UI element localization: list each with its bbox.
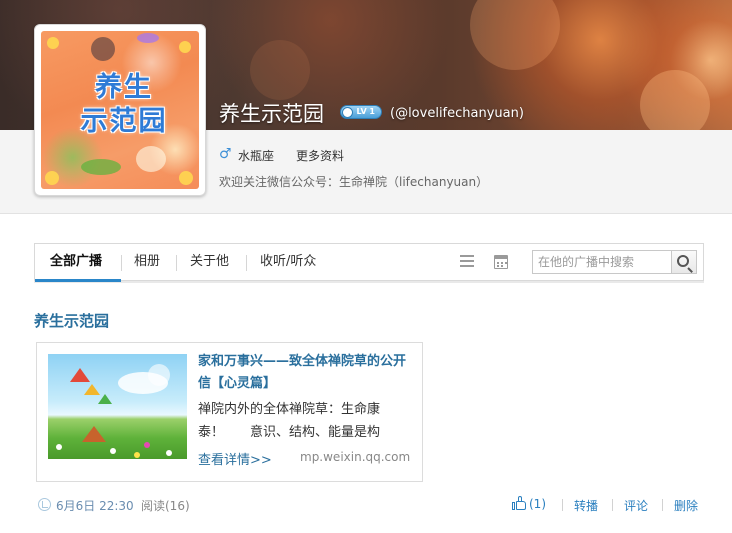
thumbnail-flower [110, 448, 116, 454]
avatar-text: 养生 示范园 [59, 71, 189, 139]
avatar-text-line: 示范园 [80, 106, 168, 137]
tab-following-followers[interactable]: 收听/听众 [260, 244, 316, 280]
level-badge[interactable]: LV 1 [340, 105, 382, 119]
list-view-icon[interactable] [460, 255, 474, 268]
thumbnail-flower [166, 450, 172, 456]
thumbnail-flower [144, 442, 150, 448]
comment-button[interactable]: 评论 [624, 497, 648, 514]
article-title[interactable]: 家和万事兴——致全体禅院草的公开信【心灵篇】 [198, 351, 416, 395]
thumbnail-flower [134, 452, 140, 458]
post-timestamp[interactable]: 6月6日 22:30 [56, 497, 134, 514]
avatar-decoration [179, 41, 191, 53]
shared-article-card[interactable]: 家和万事兴——致全体禅院草的公开信【心灵篇】 禅院内外的全体禅院草：生命康泰！ … [36, 342, 423, 482]
calendar-icon[interactable] [494, 255, 508, 269]
search-icon [677, 255, 689, 267]
clock-icon [38, 498, 51, 511]
avatar-decoration [91, 37, 115, 61]
tab-divider [246, 255, 247, 271]
zodiac-label: 水瓶座 [238, 149, 275, 163]
thumbnail-paper-crane [70, 368, 90, 382]
tab-divider [121, 255, 122, 271]
level-badge-icon [342, 107, 353, 118]
article-source: mp.weixin.qq.com [300, 450, 411, 464]
banner-bokeh [470, 0, 560, 70]
like-count[interactable]: (1) [529, 497, 546, 511]
avatar-text-line: 养生 [95, 72, 153, 103]
avatar-decoration [81, 159, 121, 175]
avatar-decoration [47, 37, 59, 49]
avatar[interactable]: 养生 示范园 [34, 24, 206, 196]
avatar-decoration [137, 33, 159, 43]
view-details-link[interactable]: 查看详情>> [198, 449, 272, 468]
search-input[interactable] [532, 250, 672, 274]
profile-handle: (@lovelifechanyuan) [390, 106, 524, 121]
tab-divider [176, 255, 177, 271]
thumbs-up-icon-part [512, 502, 515, 510]
male-icon: ♂ [219, 146, 232, 162]
thumbnail-flower [56, 444, 62, 450]
avatar-decoration [45, 171, 59, 185]
tab-about[interactable]: 关于他 [190, 244, 229, 280]
tab-album[interactable]: 相册 [134, 244, 160, 280]
action-divider [662, 499, 663, 511]
action-divider [612, 499, 613, 511]
repost-button[interactable]: 转播 [574, 497, 598, 514]
more-info-link[interactable]: 更多资料 [296, 147, 344, 164]
tab-all-broadcasts[interactable]: 全部广播 [50, 244, 102, 280]
banner-bokeh [250, 40, 310, 100]
article-excerpt: 禅院内外的全体禅院草：生命康泰！ 意识、结构、能量是构 [198, 402, 381, 440]
feed-author-name[interactable]: 养生示范园 [34, 310, 109, 331]
profile-name: 养生示范园 [219, 102, 324, 126]
avatar-image: 养生 示范园 [41, 31, 199, 189]
action-divider [562, 499, 563, 511]
thumbs-up-icon-part [516, 501, 526, 510]
read-count: 阅读(16) [141, 499, 190, 513]
profile-bio: 欢迎关注微信公众号：生命禅院（lifechanyuan） [219, 175, 489, 189]
article-thumbnail[interactable] [48, 354, 187, 459]
search-button[interactable] [671, 250, 697, 274]
thumbnail-paper-crane [98, 394, 112, 404]
thumbnail-cloud [148, 364, 170, 386]
feed-tabs: 全部广播 相册 关于他 收听/听众 [34, 243, 704, 283]
level-badge-label: LV 1 [356, 107, 375, 116]
thumbnail-butterfly [82, 426, 106, 442]
delete-button[interactable]: 删除 [674, 497, 698, 514]
active-tab-indicator [35, 279, 121, 282]
thumbs-up-icon[interactable] [512, 496, 526, 510]
avatar-decoration [179, 171, 193, 185]
avatar-decoration [136, 146, 166, 172]
